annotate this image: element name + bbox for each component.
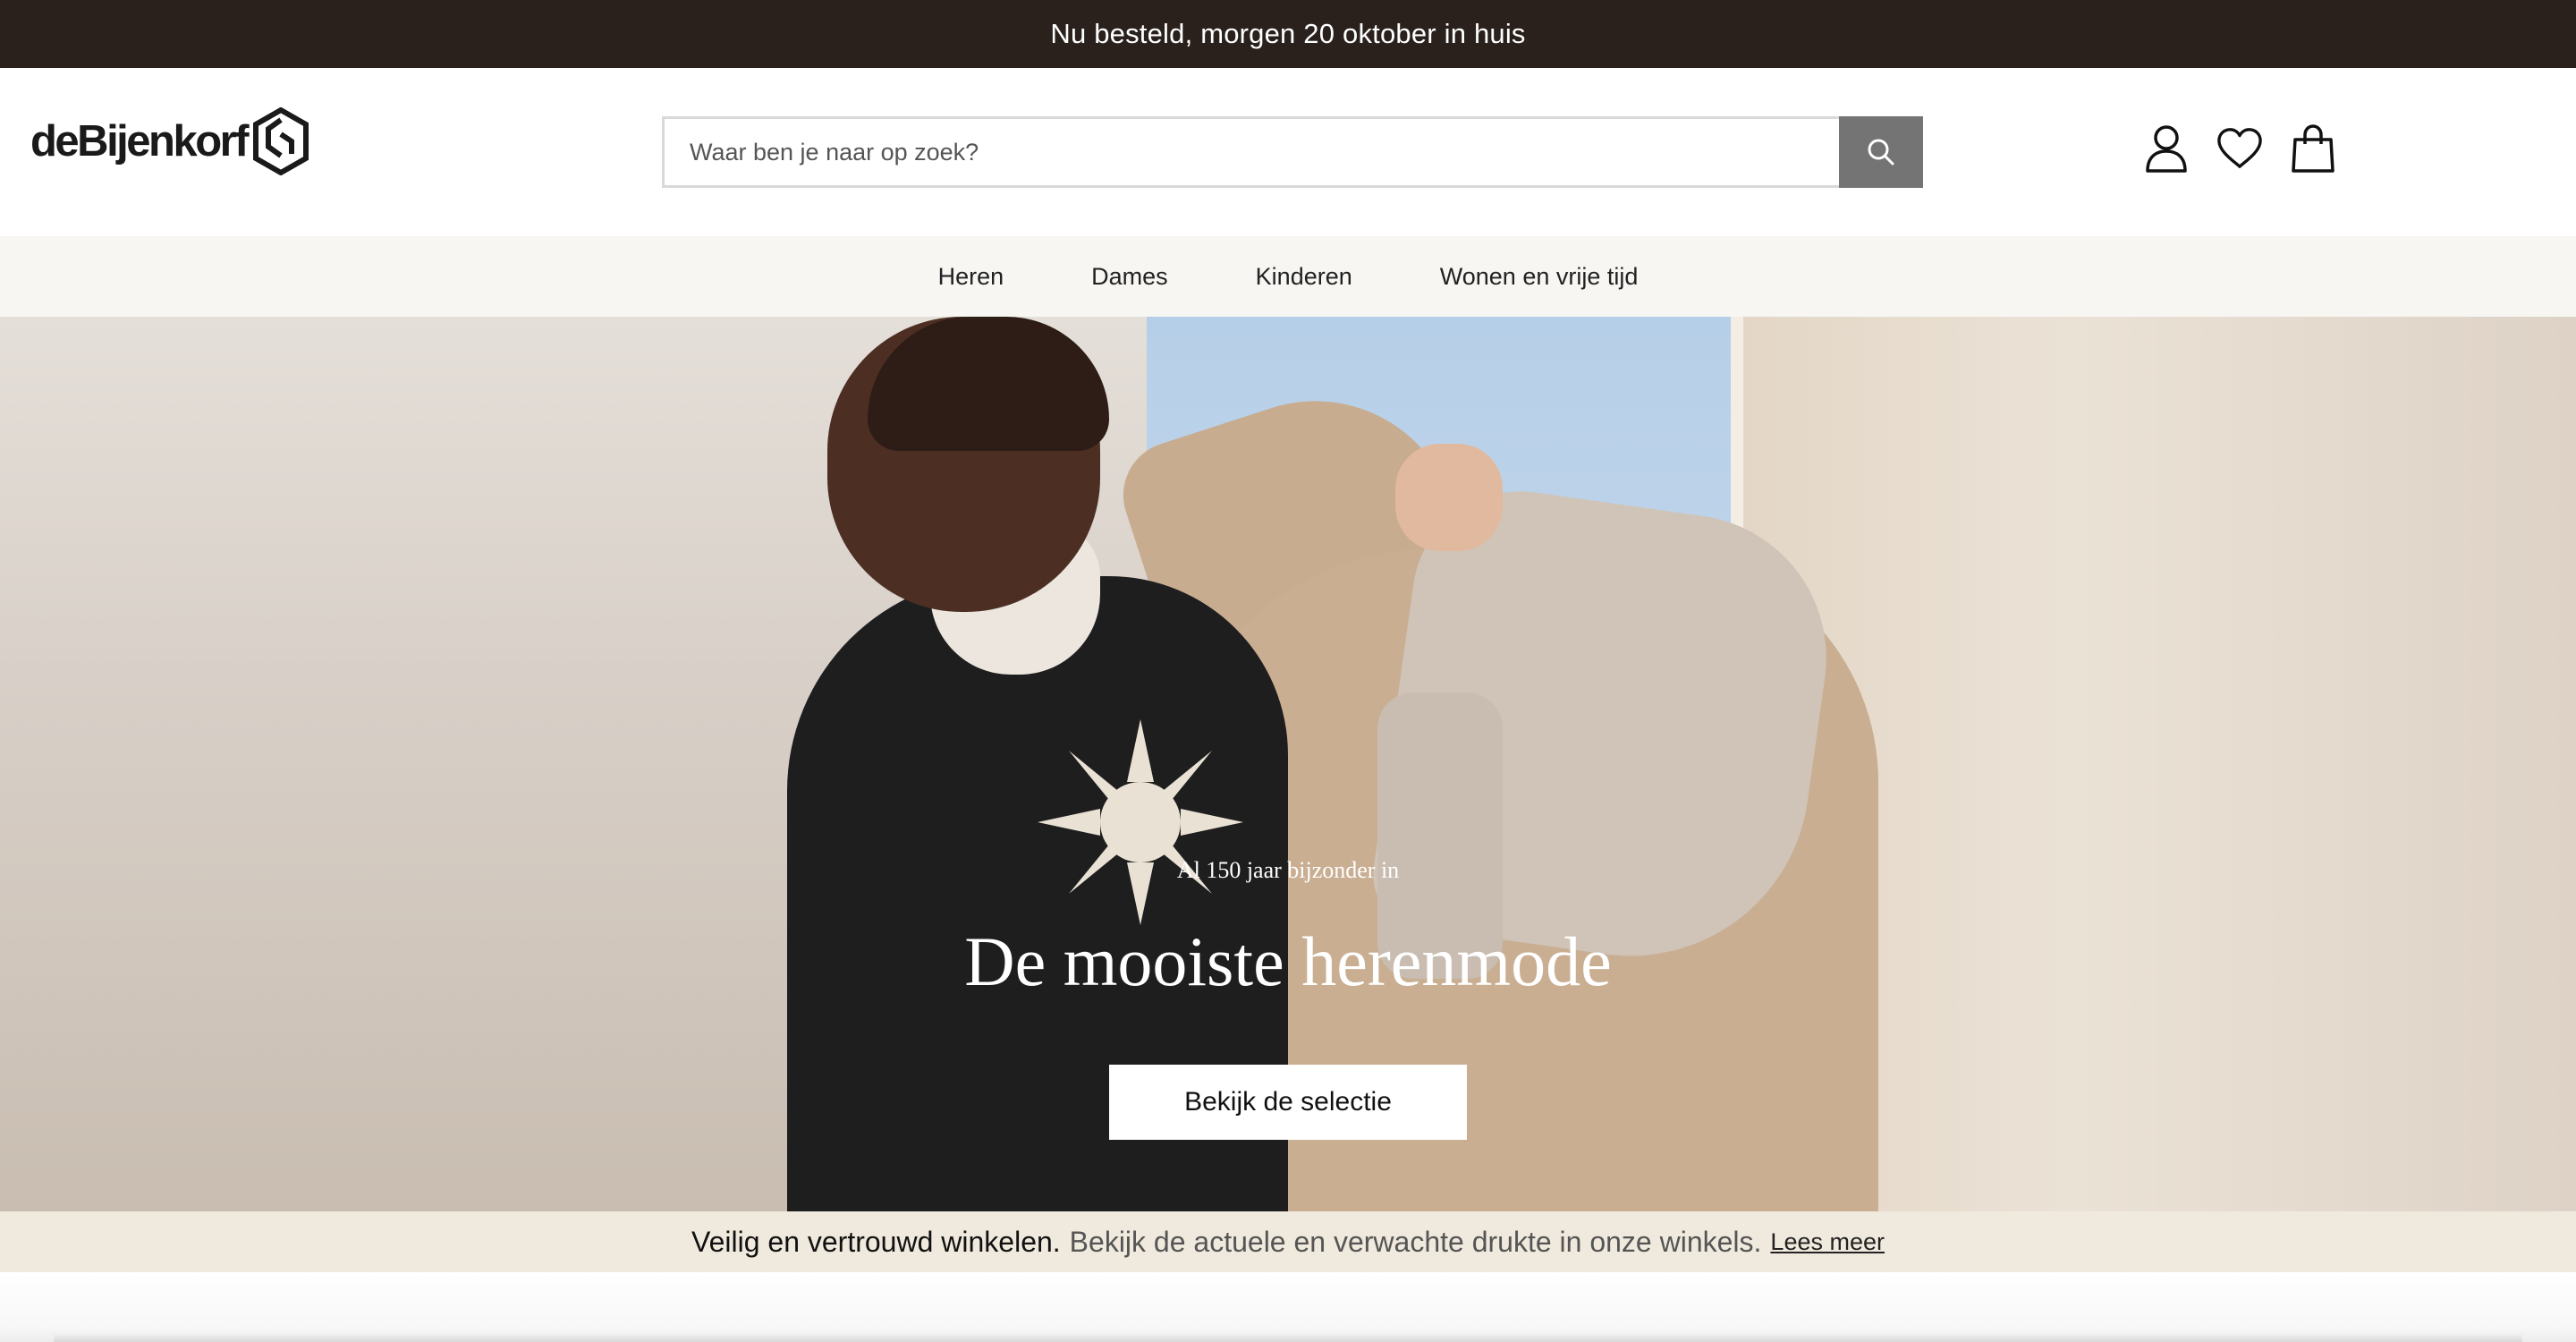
account-button[interactable] [2143, 123, 2190, 174]
hero-title: De mooiste herenmode [964, 922, 1612, 1000]
below-fold-area [0, 1272, 2576, 1342]
wishlist-button[interactable] [2216, 123, 2263, 174]
search-button[interactable] [1839, 116, 1923, 188]
logo[interactable]: deBijenkorf [30, 107, 309, 175]
main-nav: Heren Dames Kinderen Wonen en vrije tijd [0, 236, 2576, 317]
cart-button[interactable] [2290, 123, 2336, 174]
promo-bar: Nu besteld, morgen 20 oktober in huis [0, 0, 2576, 68]
notice-text: Bekijk de actuele en verwachte drukte in… [1069, 1225, 1762, 1258]
bee-hexagon-icon [253, 107, 309, 175]
shopping-bag-icon [2292, 124, 2334, 173]
heart-icon [2217, 128, 2262, 168]
page: Nu besteld, morgen 20 oktober in huis de… [0, 0, 2576, 1342]
promo-text: Nu besteld, morgen 20 oktober in huis [1050, 18, 1526, 49]
search-icon [1868, 139, 1894, 166]
logo-text: deBijenkorf [30, 117, 250, 166]
notice-strong-text: Veilig en vertrouwd winkelen. [691, 1225, 1061, 1258]
search-bar [662, 116, 1923, 188]
hero-content: Al 150 jaar bijzonder in De mooiste here… [0, 317, 2576, 1211]
content-card-edge [54, 1333, 2522, 1342]
header: deBijenkorf [0, 68, 2576, 236]
nav-item-dames[interactable]: Dames [1047, 263, 1212, 291]
hero-banner[interactable]: Al 150 jaar bijzonder in De mooiste here… [0, 317, 2576, 1211]
notice-bar: Veilig en vertrouwd winkelen. Bekijk de … [0, 1211, 2576, 1272]
nav-item-heren[interactable]: Heren [894, 263, 1048, 291]
header-icons [2143, 123, 2336, 174]
notice-read-more-link[interactable]: Lees meer [1770, 1228, 1885, 1256]
nav-item-kinderen[interactable]: Kinderen [1212, 263, 1396, 291]
user-icon [2146, 125, 2187, 173]
search-input[interactable] [662, 116, 1839, 188]
hero-cta-button[interactable]: Bekijk de selectie [1109, 1065, 1467, 1140]
nav-item-wonen-en-vrije-tijd[interactable]: Wonen en vrije tijd [1396, 263, 1682, 291]
hero-subtitle: Al 150 jaar bijzonder in [1176, 857, 1400, 883]
